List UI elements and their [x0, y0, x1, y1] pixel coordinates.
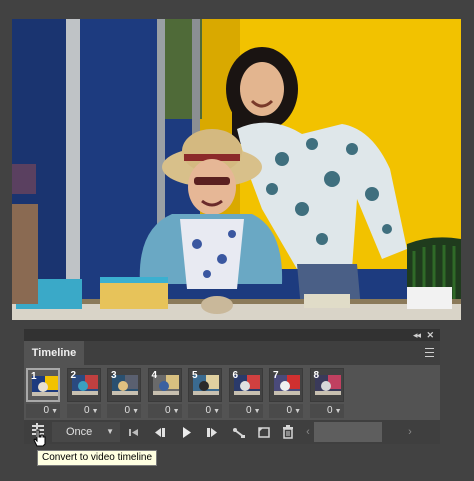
- trash-icon: [283, 425, 293, 439]
- frame-thumbnail[interactable]: 7: [269, 368, 303, 402]
- frame-delay-value: 0: [205, 405, 212, 416]
- frame-number: 5: [192, 370, 198, 381]
- chevron-down-icon: ▼: [334, 408, 342, 415]
- frame-number: 6: [232, 370, 239, 381]
- animation-frame[interactable]: 6 0 ▼: [228, 368, 263, 418]
- chevron-down-icon: ▼: [91, 408, 99, 415]
- next-frame-icon: [207, 428, 217, 437]
- previous-frame-icon: [155, 428, 165, 437]
- select-first-frame-icon: [129, 429, 138, 436]
- play-icon: [183, 427, 191, 438]
- frame-thumbnail[interactable]: 5: [188, 368, 222, 402]
- frame-number: 4: [151, 370, 158, 381]
- next-frame-button[interactable]: [202, 420, 222, 444]
- play-button[interactable]: [176, 420, 196, 444]
- animation-frame[interactable]: 4 0 ▼: [147, 368, 182, 418]
- chevron-down-icon: ▼: [132, 408, 139, 415]
- frame-thumbnail[interactable]: 1: [26, 368, 60, 402]
- frame-delay-value: 0: [286, 405, 293, 416]
- animation-frame[interactable]: 3 0 ▼: [107, 368, 141, 418]
- frame-delay-value: 0: [246, 405, 252, 416]
- hand-cursor-icon: [33, 429, 46, 447]
- frame-delay-value: 0: [43, 405, 50, 416]
- chevron-down-icon: ▼: [106, 427, 114, 436]
- tab-timeline[interactable]: Timeline: [24, 341, 84, 365]
- previous-frame-button[interactable]: [150, 420, 170, 444]
- double-chevron-icon[interactable]: ◂◂: [413, 329, 421, 341]
- frame-delay-dropdown[interactable]: 0 ▼: [309, 404, 344, 418]
- chevron-down-icon: ▼: [172, 408, 180, 415]
- animation-frame[interactable]: 5 0 ▼: [188, 368, 222, 418]
- frame-strip: 1 0 ▼ 2 0 ▼ 3 0 ▼ 4 0 ▼ 5 0 ▼ 6 0 ▼ 7 0 ▼ 8 0 ▼: [24, 365, 440, 419]
- animation-frame[interactable]: 2 0 ▼: [66, 368, 101, 418]
- frame-delay-value: 0: [327, 405, 333, 416]
- frame-number: 7: [273, 370, 279, 381]
- frame-thumbnail[interactable]: 4: [147, 368, 182, 402]
- animation-frame[interactable]: 1 0 ▼: [26, 368, 60, 418]
- tween-icon: [233, 428, 245, 438]
- timeline-controls: Once ▼ ‹ ›: [24, 420, 440, 444]
- animation-frame[interactable]: 7 0 ▼: [269, 368, 303, 418]
- frame-thumbnail[interactable]: 6: [228, 368, 263, 402]
- canvas-photo: [12, 19, 461, 320]
- frame-delay-dropdown[interactable]: 0 ▼: [228, 404, 263, 418]
- frame-delay-dropdown[interactable]: 0 ▼: [107, 404, 141, 418]
- frame-number: 2: [70, 370, 77, 381]
- frame-thumbnail[interactable]: 3: [107, 368, 141, 402]
- frame-delay-dropdown[interactable]: 0 ▼: [147, 404, 182, 418]
- chevron-down-icon: ▼: [213, 408, 220, 415]
- delete-frame-button[interactable]: [278, 420, 298, 444]
- timeline-panel: Timeline 1 0 ▼ 2 0 ▼ 3 0 ▼ 4 0 ▼ 5 0 ▼ 6 0 ▼ 7 0 ▼ 8 0 ▼ Once ▼: [24, 341, 440, 444]
- select-first-frame-button[interactable]: [124, 420, 144, 444]
- frame-delay-dropdown[interactable]: 0 ▼: [188, 404, 222, 418]
- frame-number: 3: [111, 370, 117, 381]
- frame-number: 8: [313, 370, 320, 381]
- panel-title-bar: ◂◂ ✕: [24, 329, 440, 341]
- tween-button[interactable]: [228, 420, 250, 444]
- animation-frame[interactable]: 8 0 ▼: [309, 368, 344, 418]
- close-icon[interactable]: ✕: [426, 329, 434, 341]
- frame-number: 1: [31, 371, 37, 382]
- frame-thumbnail[interactable]: 8: [309, 368, 344, 402]
- loop-options-select[interactable]: Once ▼: [52, 422, 120, 442]
- frame-delay-dropdown[interactable]: 0 ▼: [66, 404, 101, 418]
- panel-menu-icon[interactable]: [425, 348, 434, 357]
- chevron-down-icon: ▼: [253, 408, 261, 415]
- tab-strip: Timeline: [24, 341, 440, 365]
- frame-delay-value: 0: [84, 405, 90, 416]
- frame-delay-value: 0: [165, 405, 171, 416]
- frame-thumbnail[interactable]: 2: [66, 368, 101, 402]
- loop-options-value: Once: [66, 426, 93, 438]
- chevron-down-icon: ▼: [294, 408, 301, 415]
- chevron-right-icon[interactable]: ›: [404, 420, 416, 444]
- chevron-down-icon: ▼: [51, 408, 58, 415]
- frame-delay-dropdown[interactable]: 0 ▼: [269, 404, 303, 418]
- duplicate-frame-icon: [258, 427, 270, 438]
- duplicate-frame-button[interactable]: [254, 420, 274, 444]
- frame-delay-value: 0: [124, 405, 131, 416]
- frame-delay-dropdown[interactable]: 0 ▼: [26, 404, 60, 418]
- tooltip: Convert to video timeline: [37, 450, 158, 466]
- chevron-left-icon[interactable]: ‹: [302, 420, 314, 444]
- horizontal-scrollbar[interactable]: [314, 422, 382, 442]
